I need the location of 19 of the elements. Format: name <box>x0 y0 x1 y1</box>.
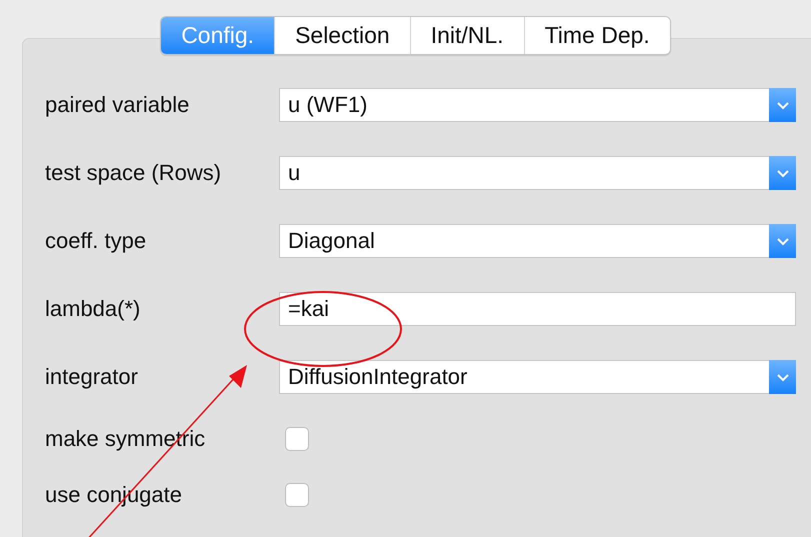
field-label: paired variable <box>45 92 190 118</box>
tab[interactable]: Time Dep. <box>524 17 670 54</box>
chevron-down-icon[interactable] <box>769 88 796 122</box>
dropdown[interactable]: DiffusionIntegrator <box>279 360 796 394</box>
chevron-down-icon[interactable] <box>769 224 796 258</box>
tab[interactable]: Selection <box>274 17 410 54</box>
field-label: integrator <box>45 364 139 390</box>
field-label: coeff. type <box>45 228 148 254</box>
dropdown[interactable]: Diagonal <box>279 224 796 258</box>
chevron-down-icon[interactable] <box>769 360 796 394</box>
checkbox[interactable] <box>285 427 309 451</box>
chevron-down-icon[interactable] <box>769 156 796 190</box>
field-label: lambda(*) <box>45 296 142 322</box>
checkbox[interactable] <box>285 483 309 507</box>
field-label: test space (Rows) <box>45 160 222 186</box>
dropdown[interactable]: u <box>279 156 796 190</box>
tab[interactable]: Init/NL. <box>410 17 524 54</box>
input-field[interactable]: =kai <box>279 292 796 326</box>
dropdown[interactable]: u (WF1) <box>279 88 796 122</box>
